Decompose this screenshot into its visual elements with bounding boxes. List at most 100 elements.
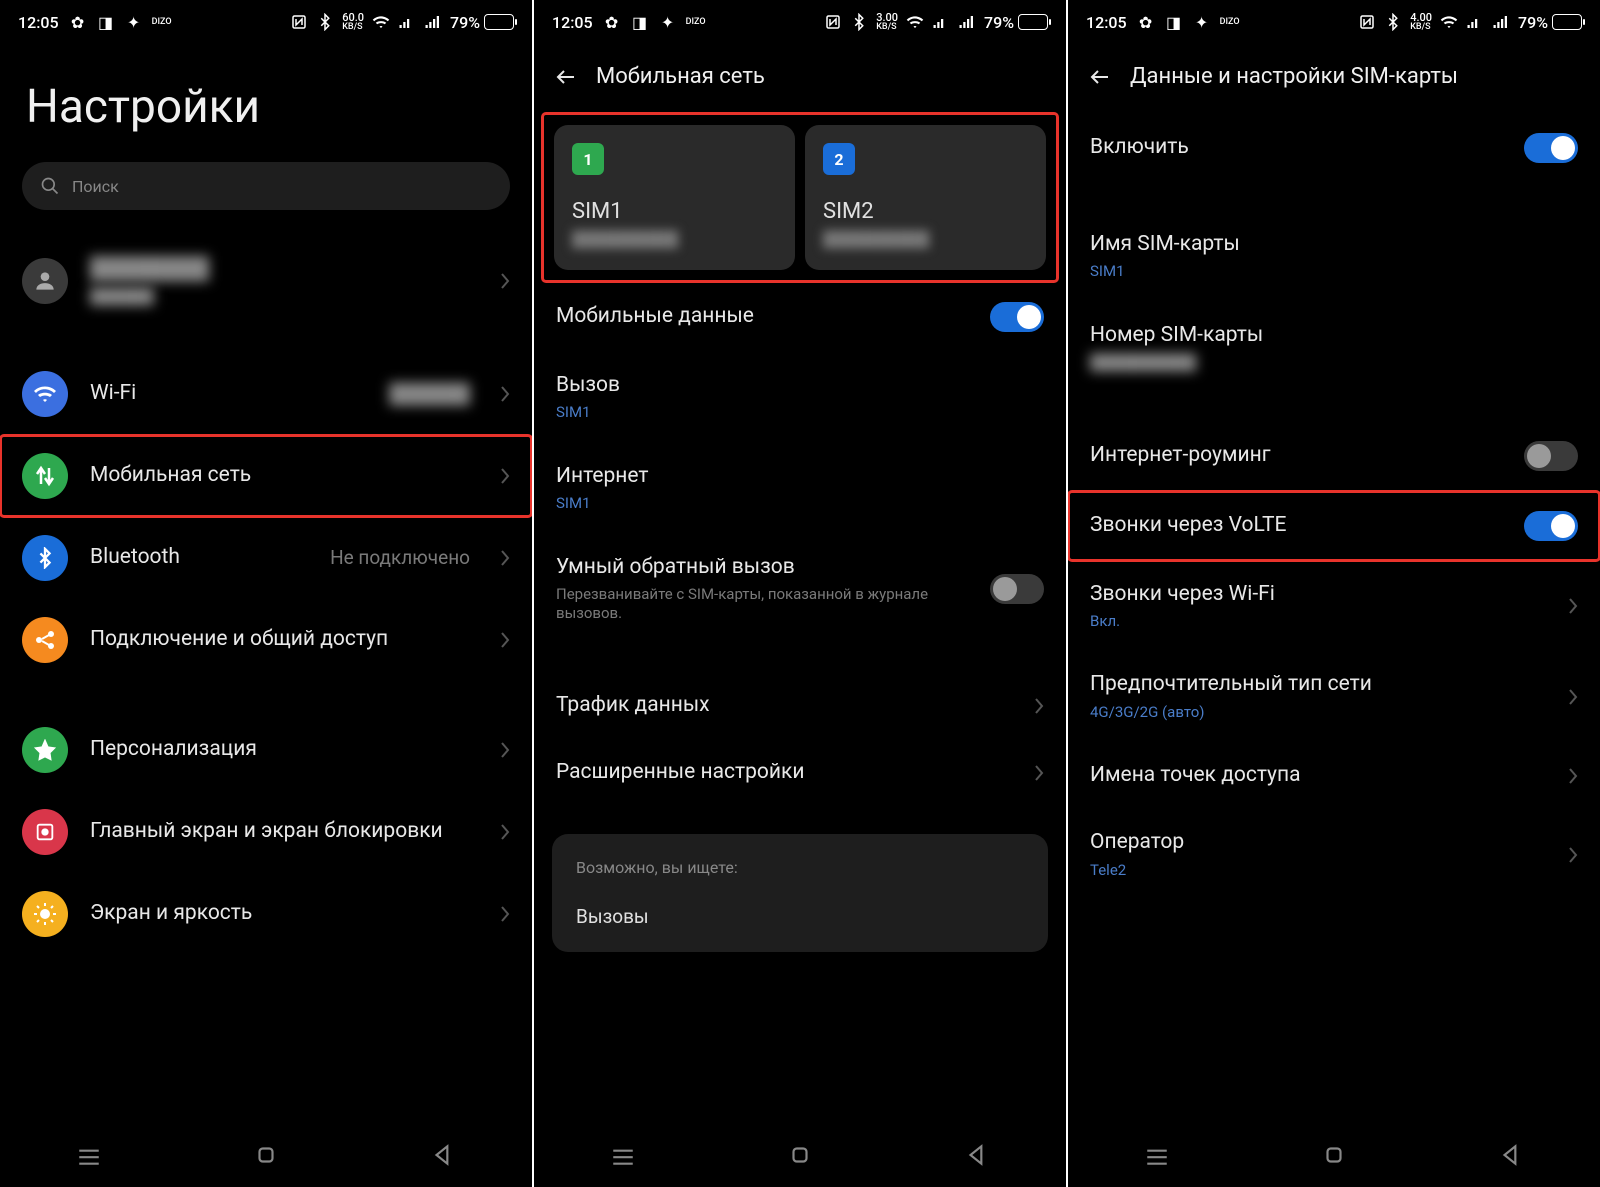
status-time: 12:05	[18, 13, 59, 32]
back-icon[interactable]	[1088, 65, 1112, 89]
mobile-network-row[interactable]: Мобильная сеть	[0, 435, 532, 517]
home-screen-icon	[22, 809, 68, 855]
mobile-label: Мобильная сеть	[90, 462, 478, 489]
personalization-row[interactable]: Персонализация	[0, 709, 532, 791]
screen-header: Мобильная сеть	[534, 44, 1066, 113]
call-row[interactable]: Вызов SIM1	[534, 352, 1066, 443]
profile-row[interactable]: ████████ ██████	[0, 238, 532, 325]
screen-sim-settings: 12:05 ✿ ◨ ✦ DIZO 4.00KB/S 79% Данные и н…	[1068, 0, 1600, 1187]
search-icon	[40, 176, 60, 196]
wifi-call-row[interactable]: Звонки через Wi-Fi Вкл.	[1068, 561, 1600, 652]
chevron-right-icon	[1568, 597, 1578, 615]
apn-row[interactable]: Имена точек доступа	[1068, 742, 1600, 809]
suggestion-card: Возможно, вы ищете: Вызовы	[552, 834, 1048, 952]
wifi-row[interactable]: Wi-Fi ██████	[0, 353, 532, 435]
chevron-right-icon	[500, 549, 510, 567]
status-time: 12:05	[552, 13, 593, 32]
home-label: Главный экран и экран блокировки	[90, 818, 478, 845]
enable-toggle[interactable]	[1524, 133, 1578, 163]
search-input[interactable]: Поиск	[22, 162, 510, 210]
volte-toggle[interactable]	[1524, 511, 1578, 541]
sim2-card[interactable]: 2 SIM2 ██████████	[805, 125, 1046, 270]
bluetooth-icon	[850, 13, 868, 31]
wifi-icon	[906, 13, 924, 31]
signal-icon	[1466, 13, 1484, 31]
mobile-data-row[interactable]: Мобильные данные	[534, 282, 1066, 352]
status-app-icon: DIZO	[687, 13, 705, 31]
traffic-row[interactable]: Трафик данных	[534, 672, 1066, 739]
recents-button[interactable]	[1144, 1142, 1170, 1168]
home-button[interactable]	[1321, 1142, 1347, 1168]
chevron-right-icon	[500, 823, 510, 841]
sim-cards: 1 SIM1 ██████████ 2 SIM2 ██████████	[546, 117, 1054, 278]
wifi-icon	[372, 13, 390, 31]
chevron-right-icon	[1034, 764, 1044, 782]
screen-settings: 12:05 ✿ ◨ ✦ DIZO 60.0KB/S 79% Настройки …	[0, 0, 532, 1187]
call-label: Вызов	[556, 372, 1044, 399]
status-app-icon: ✦	[1193, 13, 1211, 31]
apn-label: Имена точек доступа	[1090, 762, 1554, 789]
status-app-icon: ◨	[1165, 13, 1183, 31]
navbar	[1068, 1129, 1600, 1187]
roaming-label: Интернет-роуминг	[1090, 442, 1510, 469]
net-type-label: Предпочтительный тип сети	[1090, 671, 1554, 698]
back-button[interactable]	[964, 1142, 990, 1168]
sim-name-value: SIM1	[1090, 262, 1578, 282]
mobile-data-label: Мобильные данные	[556, 303, 976, 330]
display-label: Экран и яркость	[90, 900, 478, 927]
status-app-icon: DIZO	[153, 13, 171, 31]
status-app-icon: ✦	[659, 13, 677, 31]
internet-row[interactable]: Интернет SIM1	[534, 443, 1066, 534]
status-bar: 12:05 ✿ ◨ ✦ DIZO 4.00KB/S 79%	[1068, 0, 1600, 44]
wifi-icon	[22, 371, 68, 417]
signal-icon	[424, 13, 442, 31]
bluetooth-icon	[316, 13, 334, 31]
sim-name-label: Имя SIM-карты	[1090, 231, 1578, 258]
battery-indicator: 79%	[1518, 13, 1582, 32]
net-type-value: 4G/3G/2G (авто)	[1090, 703, 1554, 723]
volte-row[interactable]: Звонки через VoLTE	[1068, 491, 1600, 561]
chevron-right-icon	[500, 385, 510, 403]
signal-icon	[398, 13, 416, 31]
recents-button[interactable]	[76, 1142, 102, 1168]
suggest-item[interactable]: Вызовы	[576, 905, 1024, 928]
status-app-icon: ✦	[125, 13, 143, 31]
roaming-toggle[interactable]	[1524, 441, 1578, 471]
bluetooth-row[interactable]: Bluetooth Не подключено	[0, 517, 532, 599]
operator-row[interactable]: Оператор Tele2	[1068, 809, 1600, 900]
enable-row[interactable]: Включить	[1068, 113, 1600, 183]
profile-name: ████████	[90, 256, 478, 283]
internet-value: SIM1	[556, 494, 1044, 514]
sim1-card[interactable]: 1 SIM1 ██████████	[554, 125, 795, 270]
back-button[interactable]	[430, 1142, 456, 1168]
sim-number-row[interactable]: Номер SIM-карты ██████████	[1068, 302, 1600, 393]
advanced-row[interactable]: Расширенные настройки	[534, 739, 1066, 806]
home-button[interactable]	[787, 1142, 813, 1168]
chevron-right-icon	[1568, 846, 1578, 864]
sim1-number: ██████████	[572, 230, 777, 248]
back-icon[interactable]	[554, 65, 578, 89]
display-row[interactable]: Экран и яркость	[0, 873, 532, 955]
sim-cards-highlight: 1 SIM1 ██████████ 2 SIM2 ██████████	[542, 113, 1058, 282]
operator-label: Оператор	[1090, 829, 1554, 856]
sim2-name: SIM2	[823, 199, 1028, 224]
search-placeholder: Поиск	[72, 177, 119, 196]
roaming-row[interactable]: Интернет-роуминг	[1068, 421, 1600, 491]
share-row[interactable]: Подключение и общий доступ	[0, 599, 532, 681]
pers-label: Персонализация	[90, 736, 478, 763]
mobile-data-toggle[interactable]	[990, 302, 1044, 332]
avatar	[22, 258, 68, 304]
chevron-right-icon	[1034, 697, 1044, 715]
signal-icon	[1492, 13, 1510, 31]
signal-icon	[932, 13, 950, 31]
net-type-row[interactable]: Предпочтительный тип сети 4G/3G/2G (авто…	[1068, 651, 1600, 742]
smart-callback-toggle[interactable]	[990, 574, 1044, 604]
recents-button[interactable]	[610, 1142, 636, 1168]
back-button[interactable]	[1498, 1142, 1524, 1168]
smart-callback-row[interactable]: Умный обратный вызов Перезванивайте с SI…	[534, 534, 1066, 644]
home-screen-row[interactable]: Главный экран и экран блокировки	[0, 791, 532, 873]
sim-name-row[interactable]: Имя SIM-карты SIM1	[1068, 211, 1600, 302]
home-button[interactable]	[253, 1142, 279, 1168]
status-app-icon: ◨	[631, 13, 649, 31]
bluetooth-label: Bluetooth	[90, 544, 308, 571]
